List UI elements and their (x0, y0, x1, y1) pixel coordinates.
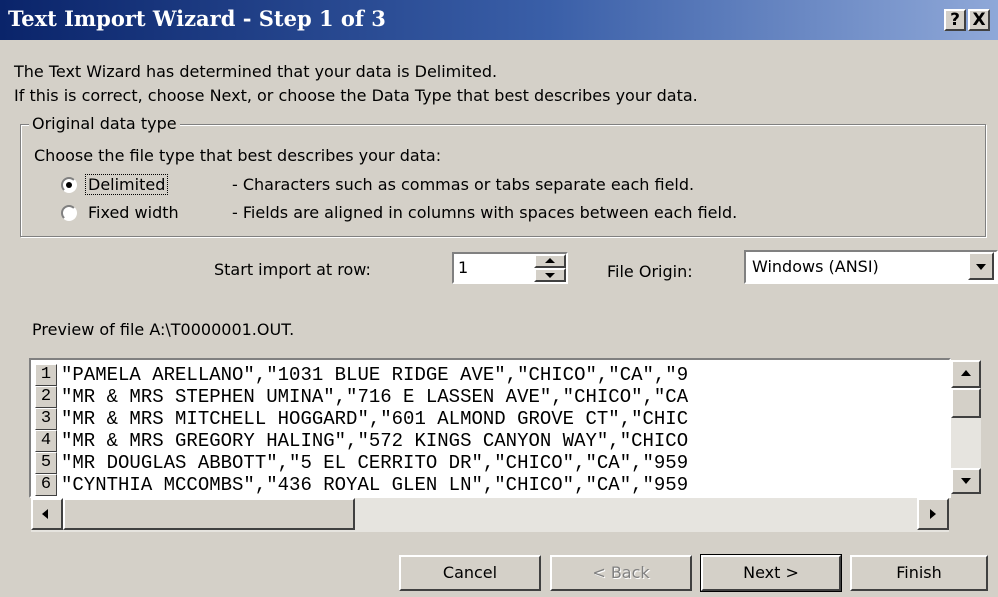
row-text: "MR & MRS STEPHEN UMINA","716 E LASSEN A… (61, 386, 689, 408)
delimited-label[interactable]: Delimited (84, 174, 169, 195)
intro-line-1: The Text Wizard has determined that your… (14, 62, 498, 81)
file-preview-pane[interactable]: 1 "PAMELA ARELLANO","1031 BLUE RIDGE AVE"… (29, 358, 951, 498)
chevron-down-icon (976, 264, 986, 270)
close-icon: X (972, 10, 986, 30)
row-number: 2 (35, 386, 57, 408)
arrow-left-icon (42, 509, 48, 519)
vertical-scroll-thumb[interactable] (951, 388, 981, 418)
spin-down-icon (545, 273, 555, 278)
arrow-right-icon (930, 509, 936, 519)
radio-selected-dot (66, 182, 72, 188)
scroll-up-button[interactable] (951, 360, 981, 388)
dialog-title: Text Import Wizard - Step 1 of 3 (8, 6, 386, 31)
row-number: 3 (35, 408, 57, 430)
preview-label: Preview of file A:\T0000001.OUT. (32, 320, 295, 339)
start-row-spinner[interactable]: 1 (452, 252, 568, 284)
delimited-radio[interactable] (61, 177, 77, 193)
fixed-width-label[interactable]: Fixed width (88, 203, 179, 222)
scroll-down-button[interactable] (951, 468, 981, 494)
start-row-label: Start import at row: (214, 260, 371, 279)
preview-row: 6 "CYNTHIA MCCOMBS","436 ROYAL GLEN LN","… (35, 474, 688, 496)
file-origin-dropdown[interactable]: Windows (ANSI) (744, 250, 998, 284)
preview-row: 5 "MR DOUGLAS ABBOTT","5 EL CERRITO DR","… (35, 452, 688, 474)
back-button[interactable]: < Back (550, 555, 692, 591)
preview-row: 2 "MR & MRS STEPHEN UMINA","716 E LASSEN … (35, 386, 688, 408)
row-text: "MR & MRS MITCHELL HOGGARD","601 ALMOND … (61, 408, 689, 430)
delimited-label-text: Delimited (88, 175, 166, 194)
title-bar[interactable]: Text Import Wizard - Step 1 of 3 ? X (0, 0, 998, 40)
file-origin-value: Windows (ANSI) (752, 257, 879, 276)
scroll-right-button[interactable] (917, 498, 949, 530)
horizontal-scrollbar[interactable] (31, 498, 949, 532)
spin-up-button[interactable] (534, 254, 566, 268)
finish-button[interactable]: Finish (850, 555, 988, 591)
intro-line-2: If this is correct, choose Next, or choo… (14, 86, 698, 105)
row-text: "MR DOUGLAS ABBOTT","5 EL CERRITO DR","C… (61, 452, 689, 474)
fixed-width-radio[interactable] (61, 205, 77, 221)
row-number: 5 (35, 452, 57, 474)
scroll-left-button[interactable] (31, 498, 63, 530)
group-legend: Original data type (29, 114, 180, 133)
text-import-wizard-dialog: Text Import Wizard - Step 1 of 3 ? X The… (0, 0, 998, 597)
arrow-up-icon (961, 370, 971, 376)
dropdown-button[interactable] (968, 252, 994, 280)
arrow-down-icon (961, 478, 971, 484)
row-text: "CYNTHIA MCCOMBS","436 ROYAL GLEN LN","C… (61, 474, 689, 496)
preview-row: 4 "MR & MRS GREGORY HALING","572 KINGS CA… (35, 430, 688, 452)
vertical-scrollbar[interactable] (951, 360, 981, 494)
start-row-input[interactable]: 1 (458, 258, 468, 277)
close-button[interactable]: X (968, 9, 990, 31)
row-text: "MR & MRS GREGORY HALING","572 KINGS CAN… (61, 430, 689, 452)
spin-down-button[interactable] (534, 268, 566, 282)
next-button[interactable]: Next > (701, 555, 841, 591)
spin-up-icon (545, 258, 555, 263)
preview-row: 1 "PAMELA ARELLANO","1031 BLUE RIDGE AVE"… (35, 364, 688, 386)
help-icon: ? (950, 10, 960, 30)
row-number: 6 (35, 474, 57, 496)
cancel-button[interactable]: Cancel (399, 555, 541, 591)
file-type-prompt: Choose the file type that best describes… (34, 146, 442, 165)
row-number: 1 (35, 364, 57, 386)
help-button[interactable]: ? (944, 9, 966, 31)
horizontal-scroll-thumb[interactable] (63, 498, 355, 530)
row-number: 4 (35, 430, 57, 452)
fixed-width-description: - Fields are aligned in columns with spa… (232, 203, 738, 222)
row-text: "PAMELA ARELLANO","1031 BLUE RIDGE AVE",… (61, 364, 689, 386)
preview-row: 3 "MR & MRS MITCHELL HOGGARD","601 ALMOND… (35, 408, 688, 430)
file-origin-label: File Origin: (607, 262, 693, 281)
delimited-description: - Characters such as commas or tabs sepa… (232, 175, 695, 194)
